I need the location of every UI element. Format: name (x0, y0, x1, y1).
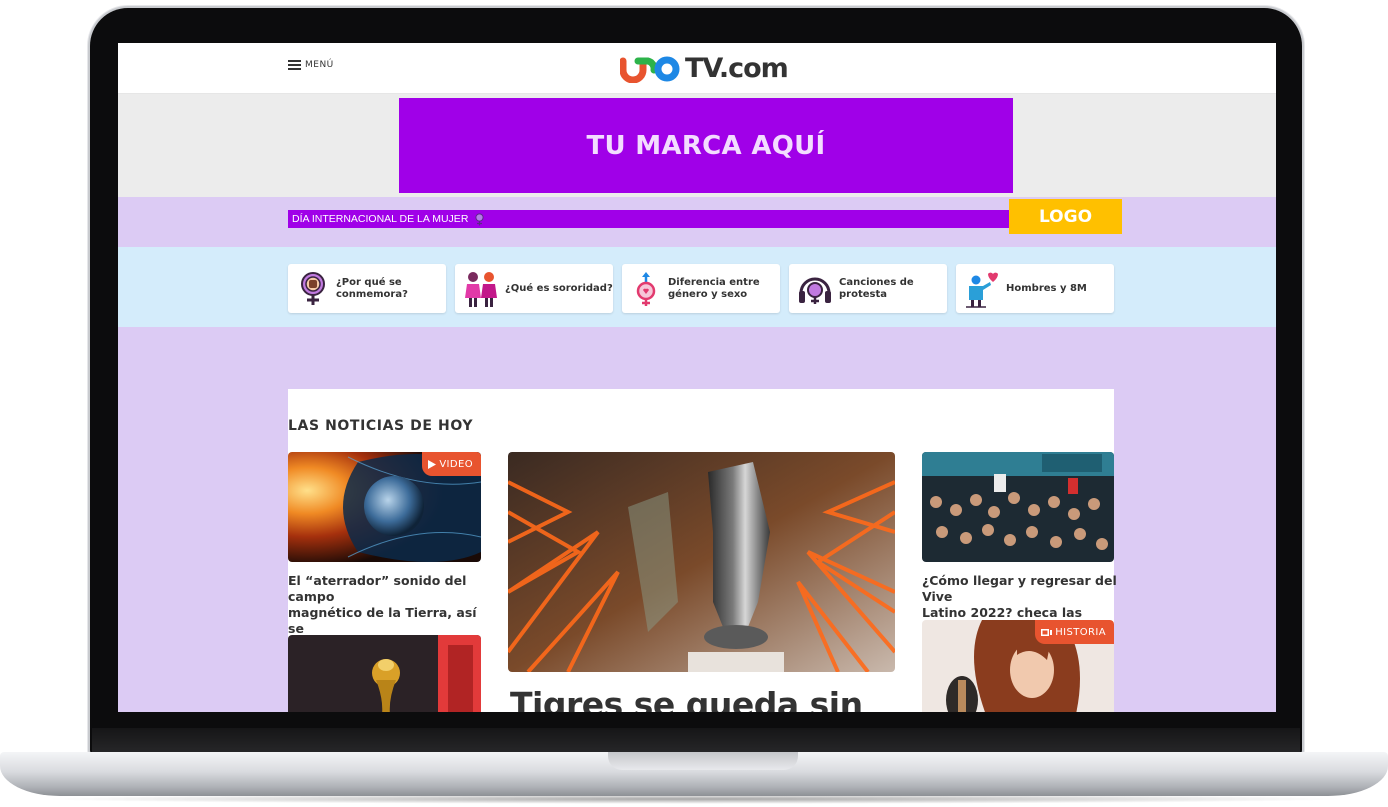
topic-por-que-se-conmemora[interactable]: ¿Por qué se conmemora? (288, 264, 446, 313)
topic-label: ¿Por qué se conmemora? (336, 277, 408, 301)
story-thumbnail-earth[interactable]: VIDEO (288, 452, 481, 562)
main-story-image[interactable] (508, 452, 895, 672)
topic-hombres-y-8m[interactable]: Hombres y 8M (956, 264, 1114, 313)
venus-icon (475, 212, 485, 225)
ad-text: TU MARCA AQUÍ (586, 130, 826, 161)
world-cup-trophy-image (288, 635, 481, 712)
hamburger-icon (288, 60, 301, 70)
topic-label: ¿Qué es sororidad? (505, 282, 613, 294)
theme-banner[interactable]: DÍA INTERNACIONAL DE LA MUJER (288, 210, 1009, 228)
topic-que-es-sororidad[interactable]: ¿Qué es sororidad? (455, 264, 613, 313)
story-icon (1041, 628, 1053, 636)
topic-canciones-de-protesta[interactable]: Canciones de protesta (789, 264, 947, 313)
topic-label-line1: ¿Por qué se (336, 276, 402, 288)
story-thumbnail-hair[interactable]: HISTORIA (922, 620, 1114, 712)
main-story-headline[interactable]: Tigres se queda sin (510, 685, 863, 712)
concert-crowd-image (922, 452, 1114, 562)
menu-button[interactable]: MENÚ (288, 60, 334, 70)
logo-text: TV.com (685, 52, 789, 84)
topic-label: Diferencia entre género y sexo (668, 277, 760, 301)
historia-badge: HISTORIA (1035, 620, 1114, 644)
feminism-fist-icon (301, 271, 325, 305)
site-header: MENÚ TV.com (118, 43, 1276, 94)
theme-banner-label: DÍA INTERNACIONAL DE LA MUJER (292, 213, 469, 225)
laptop-notch (608, 752, 798, 770)
video-badge: VIDEO (422, 452, 481, 476)
uno-logo-mark-icon (620, 56, 680, 83)
play-icon (428, 459, 437, 469)
headline-line: El “aterrador” sonido del campo (288, 573, 467, 604)
topic-label: Canciones de protesta (839, 276, 914, 300)
man-heart-icon (966, 272, 998, 308)
story-thumbnail-world-cup[interactable] (288, 635, 481, 712)
historia-badge-label: HISTORIA (1055, 626, 1106, 638)
menu-label: MENÚ (305, 60, 334, 70)
europa-league-trophy-image (508, 452, 895, 672)
sisterhood-icon (465, 271, 497, 307)
section-title: LAS NOTICIAS DE HOY (288, 418, 474, 434)
story-thumbnail-vive-latino[interactable] (922, 452, 1114, 562)
site-logo[interactable]: TV.com (620, 51, 789, 85)
sponsor-logo-text: LOGO (1038, 206, 1093, 227)
ad-banner[interactable]: TU MARCA AQUÍ (399, 98, 1013, 193)
topic-diferencia-genero-sexo[interactable]: Diferencia entre género y sexo (622, 264, 780, 313)
headline-line: magnético de la Tierra, así se (288, 605, 477, 636)
topic-label: Hombres y 8M (1006, 282, 1087, 294)
video-badge-label: VIDEO (439, 458, 473, 470)
headline-line: ¿Cómo llegar y regresar del Vive (922, 573, 1117, 604)
headphones-icon (799, 277, 831, 304)
gender-symbols-icon (636, 271, 656, 306)
topic-label-line1: Diferencia entre (668, 276, 760, 288)
sponsor-logo-placeholder[interactable]: LOGO (1009, 199, 1122, 234)
laptop-screen: MENÚ TV.com TU MARCA AQUÍ DÍA INTERNACIO… (118, 43, 1276, 712)
topic-label-line2: conmemora? (336, 288, 408, 300)
topic-label-line2: género y sexo (668, 288, 748, 300)
